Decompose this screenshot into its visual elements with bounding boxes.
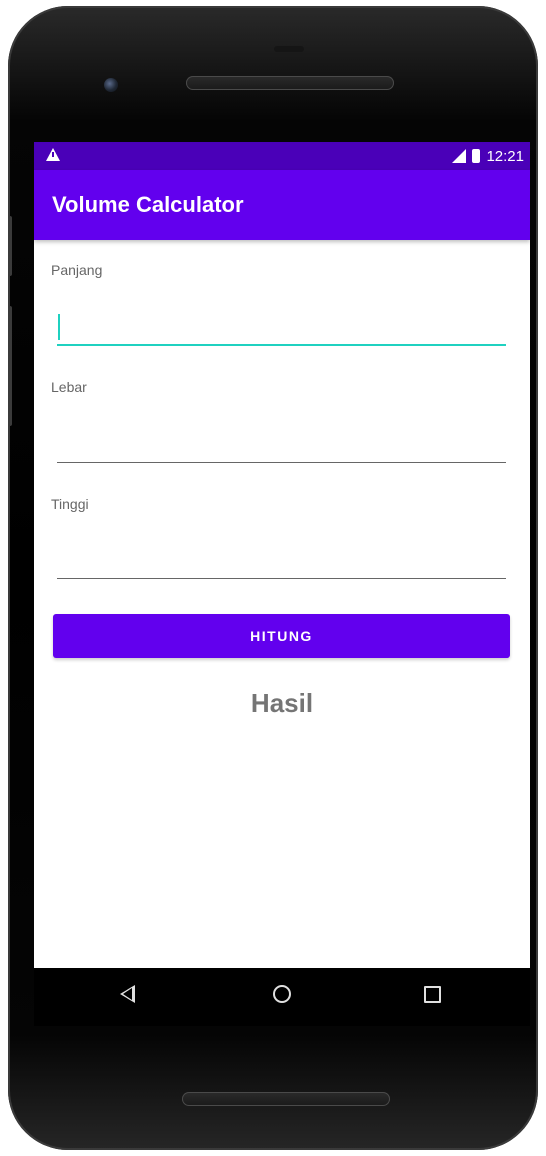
status-right-group: 12:21 [452, 147, 524, 165]
lebar-input[interactable] [57, 422, 506, 463]
power-button [8, 306, 12, 426]
signal-icon [452, 149, 467, 163]
recents-icon[interactable] [424, 986, 441, 1003]
front-camera-icon [104, 78, 118, 92]
bottom-speaker [182, 1092, 390, 1106]
sensor-slit [274, 46, 304, 52]
panjang-input[interactable] [57, 304, 506, 346]
status-time: 12:21 [486, 147, 524, 165]
result-text: Hasil [250, 688, 314, 718]
status-bar: 12:21 [34, 142, 530, 170]
battery-icon [472, 149, 481, 163]
earpiece-speaker [186, 76, 394, 90]
volume-button [8, 216, 12, 276]
app-title: Volume Calculator [52, 192, 244, 217]
navigation-bar [34, 968, 530, 1026]
app-bar: Volume Calculator [34, 170, 530, 240]
panjang-label: Panjang [51, 262, 103, 278]
text-caret [58, 314, 60, 340]
tinggi-input[interactable] [57, 538, 506, 579]
home-icon[interactable] [273, 985, 291, 1003]
back-icon[interactable] [120, 985, 135, 1003]
lebar-label: Lebar [51, 379, 87, 395]
hitung-button[interactable]: HITUNG [53, 614, 510, 658]
app-screen: 12:21 Volume Calculator Panjang Lebar Ti… [34, 142, 530, 968]
warning-icon [46, 148, 60, 161]
tinggi-label: Tinggi [51, 496, 89, 512]
